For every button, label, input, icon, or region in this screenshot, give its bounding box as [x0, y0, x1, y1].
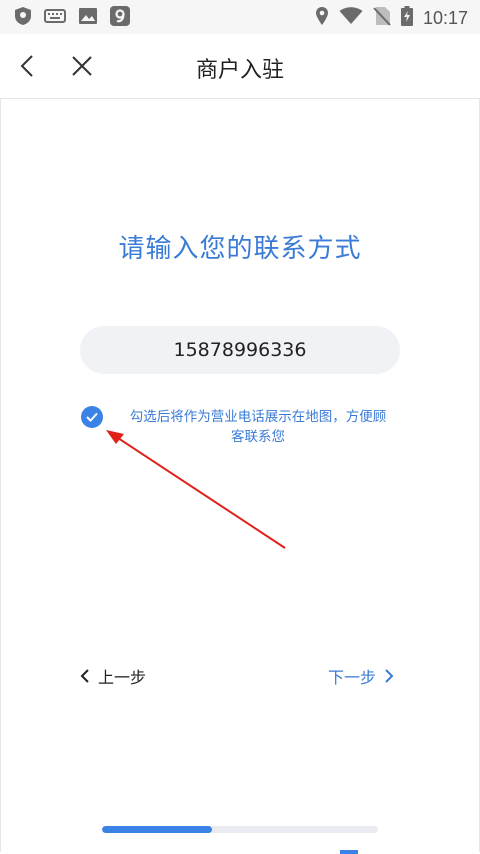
- shield-icon: [14, 6, 32, 30]
- battery-charging-icon: [400, 6, 413, 30]
- progress-bar: [102, 826, 378, 833]
- status-time: 10:17: [422, 7, 468, 28]
- nine-app-icon: [110, 6, 130, 30]
- prev-step-label: 上一步: [98, 668, 147, 687]
- location-icon: [315, 6, 329, 30]
- check-icon: [86, 412, 98, 422]
- wifi-icon: [339, 7, 363, 29]
- consent-checkbox[interactable]: [81, 406, 103, 428]
- chevron-left-small-icon: [80, 669, 89, 683]
- chevron-right-small-icon: [385, 669, 394, 683]
- phone-input[interactable]: [80, 326, 400, 374]
- page-title: 商户入驻: [195, 58, 284, 83]
- progress-fill: [102, 826, 213, 833]
- prev-step-button[interactable]: 上一步: [80, 664, 146, 688]
- content-area: [0, 98, 480, 852]
- image-icon: [78, 7, 98, 29]
- bottom-indicator: [340, 850, 358, 854]
- consent-text: 勾选后将作为营业电话展示在地图，方便顾 客联系您: [108, 407, 408, 447]
- consent-text-line2: 客联系您: [231, 429, 285, 445]
- nav-bar: 商户入驻: [0, 34, 480, 99]
- status-bar-right: 10:17: [315, 6, 468, 30]
- consent-text-line1: 勾选后将作为营业电话展示在地图，方便顾: [129, 409, 387, 425]
- status-bar: 10:17: [0, 0, 480, 34]
- contact-heading: 请输入您的联系方式: [118, 234, 362, 264]
- next-step-button[interactable]: 下一步: [328, 664, 394, 688]
- next-step-label: 下一步: [328, 668, 377, 687]
- keyboard-icon: [44, 8, 66, 28]
- status-bar-left: [14, 6, 130, 30]
- no-sim-icon: [373, 6, 391, 30]
